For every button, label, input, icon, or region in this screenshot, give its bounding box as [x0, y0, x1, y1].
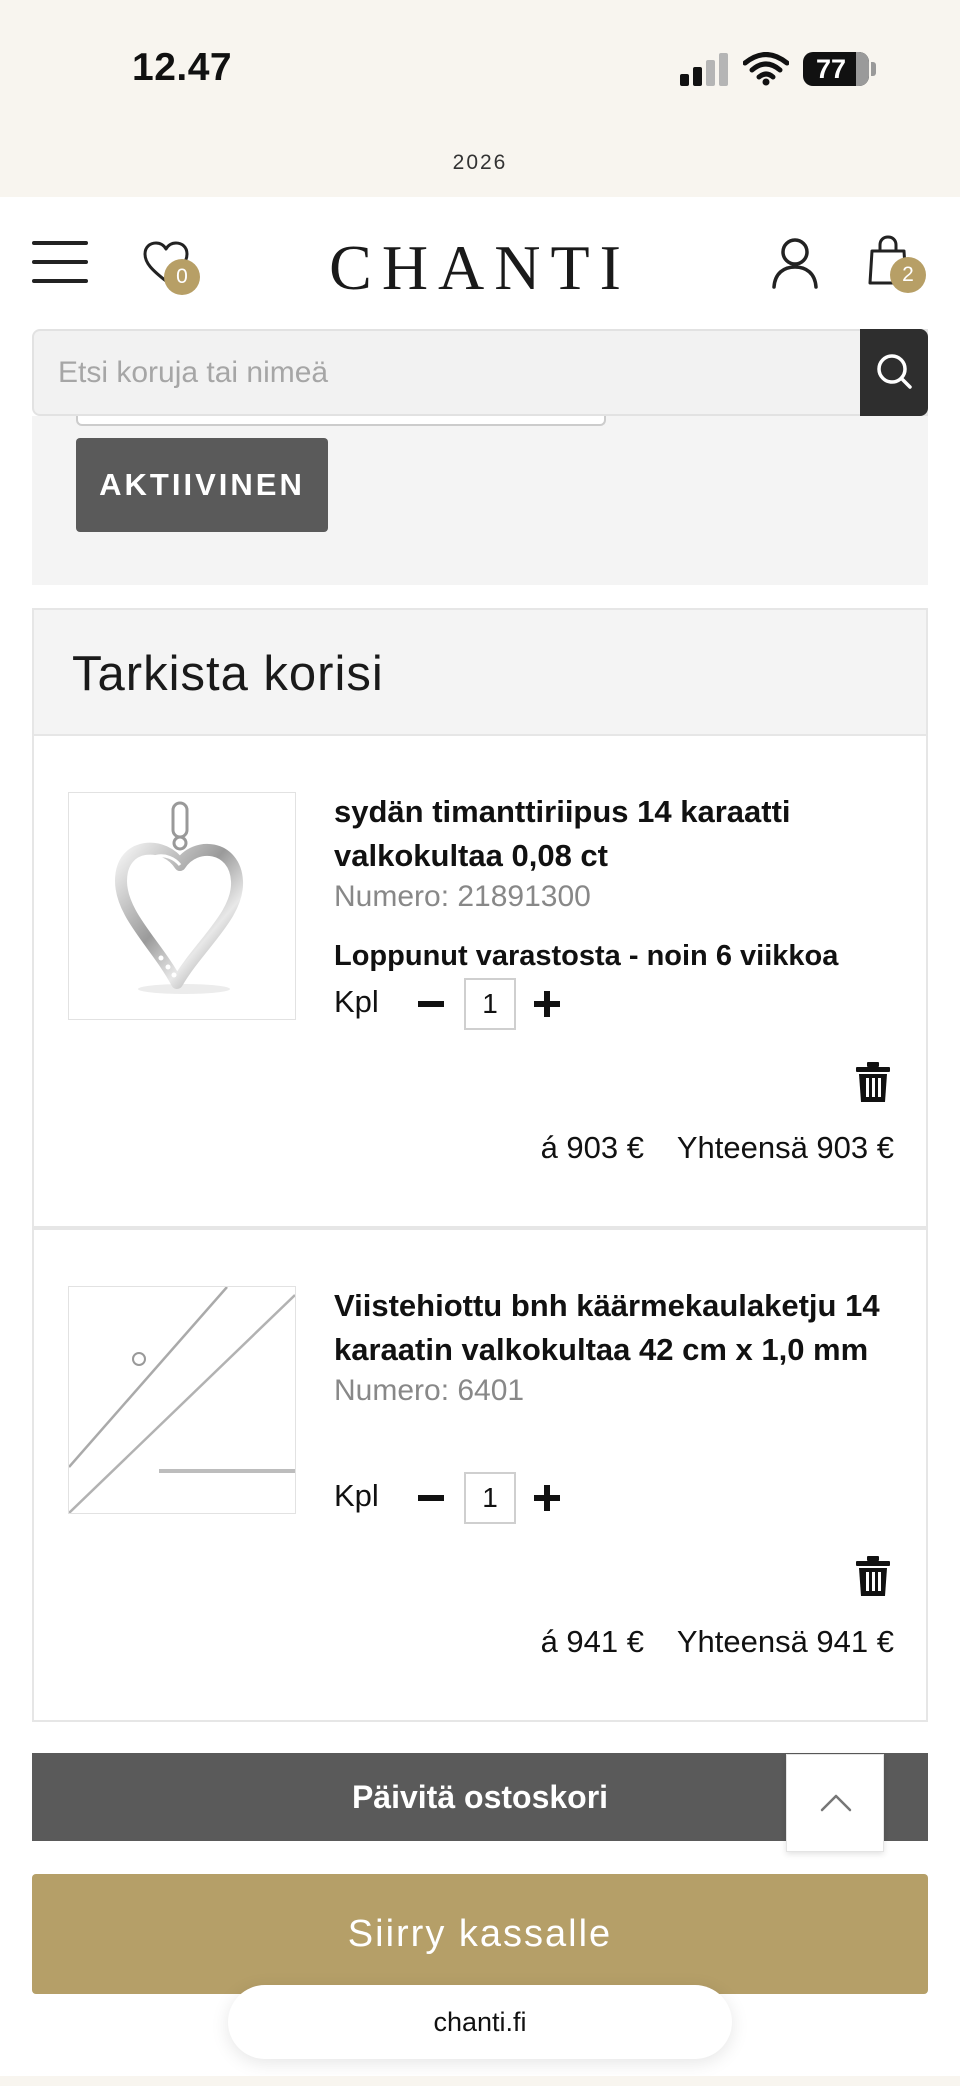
cart-header: Tarkista korisi	[32, 608, 928, 734]
year-label: 2026	[452, 151, 508, 174]
battery-icon: 77	[803, 52, 869, 86]
chevron-up-icon	[820, 1794, 852, 1812]
product-number: Numero: 21891300	[334, 880, 591, 913]
search-icon	[877, 354, 912, 389]
trash-icon[interactable]	[856, 1556, 890, 1596]
brand-logo[interactable]: CHANTI	[320, 231, 640, 305]
quantity-minus-icon[interactable]	[418, 1001, 444, 1007]
user-account-icon[interactable]	[770, 237, 820, 289]
product-image-heart-pendant[interactable]	[68, 792, 296, 1020]
scroll-to-top-button[interactable]	[786, 1754, 884, 1852]
cart-title: Tarkista korisi	[72, 647, 384, 701]
bottom-strip	[0, 2076, 960, 2086]
stock-status: Loppunut varastosta - noin 6 viikkoa	[334, 940, 839, 972]
site-header: 0 CHANTI 2	[0, 197, 960, 327]
search-input[interactable]	[34, 331, 854, 414]
wishlist-count-badge: 0	[164, 259, 200, 295]
quantity-input[interactable]: 1	[464, 978, 516, 1030]
line-total: Yhteensä 903 €	[676, 1130, 894, 1165]
checkout-button[interactable]: Siirry kassalle	[32, 1874, 928, 1994]
unit-price: á 941 €	[540, 1624, 644, 1659]
battery-percent: 77	[815, 54, 847, 84]
quantity-label: Kpl	[334, 984, 379, 1019]
line-total: Yhteensä 941 €	[676, 1624, 894, 1659]
battery-tip	[871, 62, 876, 76]
status-bar: 12.47 77 2026	[0, 0, 960, 197]
product-number: Numero: 6401	[334, 1374, 525, 1407]
product-name-link[interactable]: sydän timanttiriipus 14 karaatti valkoku…	[334, 790, 904, 878]
unit-price: á 903 €	[540, 1130, 644, 1165]
menu-icon[interactable]	[32, 241, 88, 283]
quantity-minus-icon[interactable]	[418, 1495, 444, 1501]
product-name-link[interactable]: Viistehiottu bnh käärmekaulaketju 14 kar…	[334, 1284, 904, 1372]
cellular-signal-icon	[680, 52, 730, 86]
trash-icon[interactable]	[856, 1062, 890, 1102]
browser-url-bar[interactable]: chanti.fi	[228, 1985, 732, 2059]
wifi-icon	[742, 52, 790, 86]
quantity-label: Kpl	[334, 1478, 379, 1513]
quantity-input[interactable]: 1	[464, 1472, 516, 1524]
search-bar	[32, 329, 928, 416]
product-image-snake-chain[interactable]	[68, 1286, 296, 1514]
cart-count-badge: 2	[890, 257, 926, 293]
quantity-plus-icon[interactable]	[534, 1485, 560, 1511]
search-button[interactable]	[860, 329, 928, 416]
voucher-active-button[interactable]: AKTIIVINEN	[76, 438, 328, 532]
voucher-section: AKTIIVINEN	[32, 416, 928, 585]
cart-item: Viistehiottu bnh käärmekaulaketju 14 kar…	[32, 1228, 928, 1722]
cart-item: sydän timanttiriipus 14 karaatti valkoku…	[32, 734, 928, 1228]
quantity-plus-icon[interactable]	[534, 991, 560, 1017]
status-time: 12.47	[132, 46, 233, 89]
voucher-input[interactable]	[76, 416, 606, 426]
